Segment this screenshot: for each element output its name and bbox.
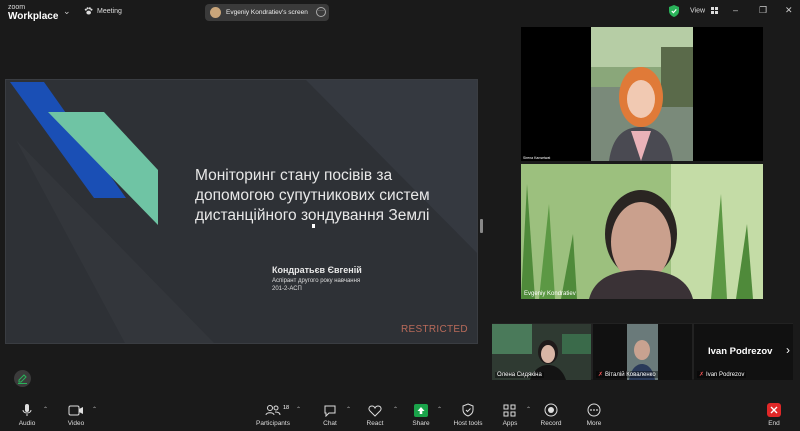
slide-role: Аспірант другого року навчання 201-2-АСП [272, 277, 360, 293]
slide-role-line1: Аспірант другого року навчання [272, 278, 361, 284]
video-options-chevron-icon[interactable]: ⌃ [92, 406, 97, 413]
close-icon[interactable]: ✕ [785, 5, 793, 16]
video-tile-1[interactable]: Sirena Kanseiwat [521, 27, 763, 161]
slide-role-line2: 201-2-АСП [272, 286, 302, 292]
shield-icon[interactable] [669, 5, 679, 17]
video-button[interactable]: Video [56, 402, 96, 427]
pencil-icon [18, 374, 27, 384]
view-label: View [690, 7, 706, 15]
grid-icon [711, 7, 718, 14]
video-label: Video [67, 420, 85, 427]
audio-button[interactable]: Audio [7, 402, 47, 427]
top-bar: zoom Workplace ⌄ Meeting Evgeniy Kondrat… [0, 0, 800, 24]
participant-big-name: Ivan Podrezov [708, 346, 773, 357]
participant-name-1: Sirena Kanseiwat [523, 156, 551, 160]
participants-options-chevron-icon[interactable]: ⌃ [296, 406, 301, 413]
apps-button[interactable]: Apps [490, 402, 530, 427]
thumbnail-name-2-text: Віталій Коваленко [605, 372, 656, 378]
shared-screen-indicator[interactable]: Evgeniy Kondratiev's screen ··· [205, 4, 329, 21]
record-icon [544, 403, 558, 417]
participant-video-1 [521, 27, 763, 161]
mic-muted-icon: ✗ [598, 372, 604, 378]
meeting-tab[interactable]: Meeting [84, 7, 122, 15]
more-icon [587, 403, 601, 417]
react-label: React [366, 420, 384, 427]
chat-icon [324, 405, 336, 417]
video-tile-2[interactable]: Evgeniy Kondratiev [521, 164, 763, 299]
shared-slide: Моніторинг стану посівів за допомогою су… [5, 79, 478, 344]
share-button[interactable]: Share [401, 402, 441, 427]
record-label: Record [540, 420, 562, 427]
host-tools-label: Host tools [453, 420, 483, 427]
slide-title: Моніторинг стану посівів за допомогою су… [195, 167, 430, 224]
host-tools-button[interactable]: Host tools [448, 402, 488, 427]
zoom-logo[interactable]: zoom Workplace [8, 3, 59, 22]
pointer-cursor [312, 224, 315, 228]
apps-icon [503, 404, 516, 416]
logo-big-text: Workplace [8, 11, 59, 22]
heart-icon [368, 404, 382, 417]
audio-options-chevron-icon[interactable]: ⌃ [43, 406, 48, 413]
chat-options-chevron-icon[interactable]: ⌃ [346, 406, 351, 413]
view-button[interactable]: View [690, 7, 718, 14]
slide-author: Кондратьєв Євгеній [272, 265, 362, 275]
chat-label: Chat [323, 420, 337, 427]
minimize-icon[interactable]: – [733, 5, 738, 15]
thumbnail-name-3: ✗ Ivan Podrezov [697, 371, 747, 378]
react-button[interactable]: React [355, 402, 395, 427]
microphone-icon [22, 404, 32, 416]
end-label: End [768, 420, 780, 427]
chevron-right-icon[interactable]: › [786, 343, 790, 357]
meeting-toolbar: Audio ⌃ Video ⌃ Participants ⌃ Chat ⌃ Re… [0, 400, 800, 431]
resize-handle[interactable] [480, 219, 483, 233]
chat-button[interactable]: Chat [310, 402, 350, 427]
share-screen-icon [414, 403, 428, 417]
thumbnail-tile-1[interactable]: Олена Сидякіна [492, 324, 591, 380]
camera-icon [68, 405, 83, 415]
audio-label: Audio [18, 420, 36, 427]
thumbnail-name-2: ✗ Віталій Коваленко [596, 371, 658, 378]
meeting-label: Meeting [97, 7, 122, 15]
annotate-button[interactable] [14, 370, 31, 387]
participants-label: Participants [256, 420, 290, 427]
shared-screen-label: Evgeniy Kondratiev's screen [226, 9, 308, 16]
participant-name-2: Evgeniy Kondratiev [524, 291, 576, 297]
thumbnail-tile-2[interactable]: ✗ Віталій Коваленко [593, 324, 692, 380]
avatar [210, 7, 221, 18]
thumbnail-name-1: Олена Сидякіна [495, 372, 544, 378]
react-options-chevron-icon[interactable]: ⌃ [393, 406, 398, 413]
participant-video-2 [521, 164, 763, 299]
end-call-icon [767, 403, 781, 417]
participants-count: 18 [283, 405, 290, 411]
more-label: More [586, 420, 602, 427]
shield-icon [462, 403, 474, 417]
more-options-icon[interactable]: ··· [316, 7, 326, 17]
end-button[interactable]: End [754, 402, 794, 427]
more-button[interactable]: More [574, 402, 614, 427]
thumbnail-name-3-text: Ivan Podrezov [706, 372, 745, 378]
share-options-chevron-icon[interactable]: ⌃ [437, 406, 442, 413]
restricted-label: RESTRICTED [401, 324, 468, 335]
participants-icon [265, 405, 281, 416]
mic-muted-icon: ✗ [699, 372, 705, 378]
restore-icon[interactable]: ❐ [759, 5, 767, 16]
share-label: Share [412, 420, 430, 427]
record-button[interactable]: Record [531, 402, 571, 427]
paw-icon [84, 7, 93, 15]
apps-label: Apps [502, 420, 518, 427]
chevron-down-icon[interactable]: ⌄ [63, 6, 71, 17]
